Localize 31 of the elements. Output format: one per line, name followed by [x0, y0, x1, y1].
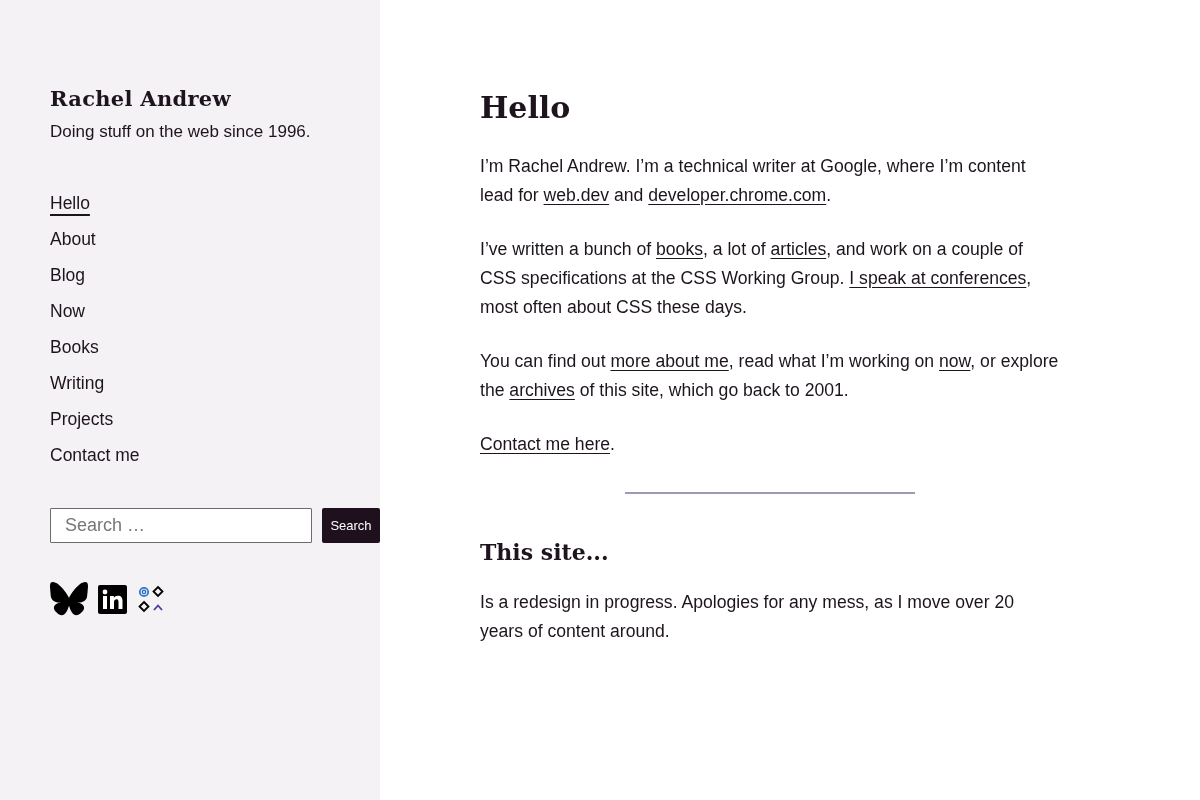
text-link[interactable]: now — [939, 351, 971, 371]
site-title[interactable]: Rachel Andrew — [50, 84, 231, 114]
text-link[interactable]: I speak at conferences — [849, 268, 1027, 288]
site-tagline: Doing stuff on the web since 1996. — [50, 121, 311, 143]
nav-link[interactable]: Now — [50, 298, 85, 324]
text-link[interactable]: web.dev — [543, 185, 610, 205]
page-heading: Hello — [480, 89, 571, 127]
nav-link[interactable]: Books — [50, 334, 99, 360]
in-letters-icon[interactable] — [98, 584, 127, 614]
nav-link[interactable]: About — [50, 226, 96, 252]
text-link[interactable]: more about me — [610, 351, 729, 371]
text-link[interactable]: developer.chrome.com — [648, 185, 827, 205]
symbols-grid-icon[interactable] — [137, 585, 165, 613]
butterfly-icon[interactable] — [50, 582, 88, 616]
nav-link[interactable]: Contact me — [50, 442, 140, 468]
paragraph: I’ve written a bunch of books, a lot of articles, and work on a couple of CSS specifications at the CSS Working Group. I speak at conferences, most often about CSS these days. — [480, 238, 1033, 319]
paragraph: Is a redesign in progress. Apologies for any mess, as I move over 20 years of content around. — [480, 591, 1015, 643]
search-field[interactable]: Search … — [50, 508, 312, 543]
paragraph: You can find out more about me, read what I’m working on now, or explore the archives of this site, which go back to 2001. — [480, 350, 1060, 402]
nav-link[interactable]: Projects — [50, 406, 114, 432]
nav-link[interactable]: Hello — [50, 190, 90, 216]
nav-link[interactable]: Writing — [50, 370, 105, 396]
text-link[interactable]: articles — [770, 239, 827, 259]
search-button[interactable]: Search — [322, 508, 380, 543]
text-link[interactable]: Contact me here — [480, 434, 611, 454]
section-heading: This site... — [480, 538, 609, 567]
paragraph: Contact me here. — [480, 433, 616, 456]
paragraph: I’m Rachel Andrew. I’m a technical writer at Google, where I’m content lead for web.dev and developer.chrome.com. — [480, 155, 1027, 207]
text-link[interactable]: books — [656, 239, 703, 259]
text-link[interactable]: archives — [509, 380, 575, 400]
nav-link[interactable]: Blog — [50, 262, 86, 288]
